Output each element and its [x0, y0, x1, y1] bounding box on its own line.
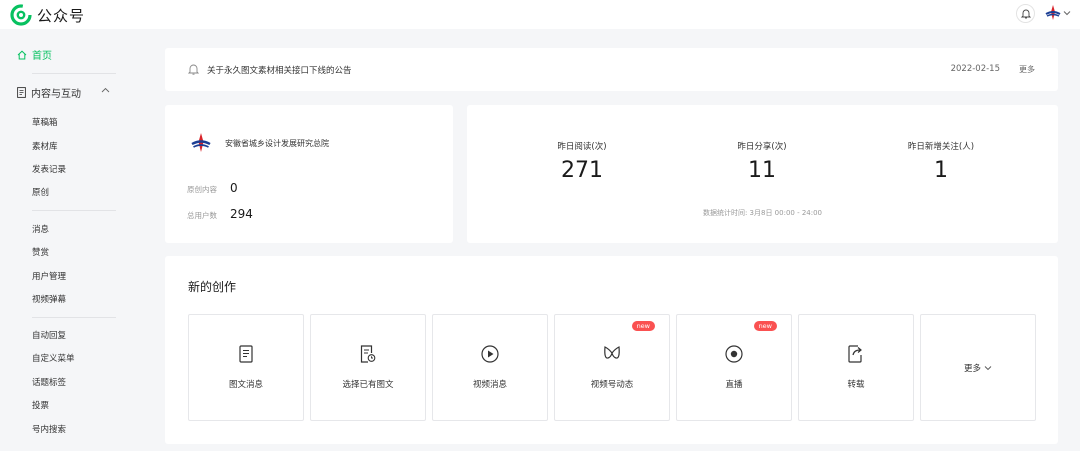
- stat-follows: 昨日新增关注(人) 1: [866, 140, 1016, 183]
- account-logo: [191, 133, 211, 152]
- sidebar-item-voting[interactable]: 投票: [32, 399, 49, 411]
- sidebar-group-content[interactable]: 内容与互动: [17, 85, 117, 100]
- sidebar-item-original[interactable]: 原创: [32, 186, 49, 198]
- tile-label: 转载: [847, 380, 865, 390]
- stat-shares: 昨日分享(次) 11: [687, 140, 837, 183]
- new-badge: new: [631, 321, 655, 331]
- sidebar-item-label: 首页: [32, 51, 52, 62]
- stat-follows-label: 昨日新增关注(人): [907, 142, 975, 152]
- tile-label: 视频号动态: [590, 380, 634, 390]
- wechat-official-account-logo-icon: [10, 4, 32, 26]
- sidebar-item-materials[interactable]: 素材库: [32, 140, 58, 152]
- sidebar-item-user-management[interactable]: 用户管理: [32, 270, 66, 282]
- sidebar-group-label: 内容与互动: [31, 89, 81, 100]
- repost-icon: [848, 345, 862, 363]
- channels-icon: [604, 346, 620, 359]
- sidebar-item-home[interactable]: 首页: [17, 47, 52, 62]
- chevron-down-icon: [984, 366, 992, 371]
- repost-tile[interactable]: 转载: [798, 314, 914, 421]
- sidebar-item-auto-reply[interactable]: 自动回复: [32, 329, 66, 341]
- stat-shares-label: 昨日分享(次): [737, 142, 787, 152]
- avatar: [1045, 5, 1061, 20]
- bell-icon: [1020, 9, 1031, 19]
- document-icon: [239, 345, 253, 363]
- stat-reads-value: 271: [561, 158, 603, 183]
- chevron-down-icon: [1063, 11, 1071, 16]
- account-menu[interactable]: [1045, 4, 1071, 22]
- stat-reads-label: 昨日阅读(次): [557, 142, 607, 152]
- total-users-label: 总用户数: [187, 211, 217, 220]
- announcement-date: 2022-02-15: [950, 64, 1000, 74]
- account-name: 安徽省城乡设计发展研究总院: [225, 139, 329, 148]
- create-article-tile[interactable]: 图文消息: [188, 314, 304, 421]
- new-badge: new: [753, 321, 777, 331]
- divider: [32, 73, 116, 74]
- divider: [32, 210, 116, 211]
- divider: [32, 317, 116, 318]
- account-summary-card: 安徽省城乡设计发展研究总院 原创内容 0 总用户数 294: [165, 105, 453, 243]
- stats-period: 数据统计时间: 3月8日 00:00 - 24:00: [702, 209, 823, 217]
- chevron-up-icon: [101, 87, 110, 93]
- tile-label: 图文消息: [228, 380, 263, 390]
- app-title: 公众号: [37, 6, 86, 25]
- announcement-link[interactable]: 关于永久图文素材相关接口下线的公告: [207, 64, 352, 76]
- create-video-tile[interactable]: 视频消息: [432, 314, 548, 421]
- sidebar-item-in-account-search[interactable]: 号内搜索: [32, 423, 66, 435]
- announcement-more-link[interactable]: 更多: [1019, 64, 1035, 75]
- document-icon: [17, 87, 26, 98]
- sidebar-item-video-danmaku[interactable]: 视频弹幕: [32, 293, 66, 305]
- sidebar: 首页 内容与互动 草稿箱 素材库 发表记录 原创 消息 赞赏 用户管理 视频弹幕…: [0, 29, 135, 451]
- create-channels-post-tile[interactable]: new 视频号动态: [554, 314, 670, 421]
- sidebar-item-custom-menu[interactable]: 自定义菜单: [32, 352, 75, 364]
- bell-icon: [188, 64, 199, 75]
- total-users-value: 294: [230, 207, 253, 221]
- tile-label: 更多: [963, 364, 981, 374]
- more-creation-options-tile[interactable]: 更多: [920, 314, 1036, 421]
- sidebar-item-topic-tags[interactable]: 话题标签: [32, 376, 66, 388]
- sidebar-item-drafts[interactable]: 草稿箱: [32, 116, 58, 128]
- stat-shares-value: 11: [748, 158, 776, 183]
- home-icon: [17, 50, 27, 59]
- section-title: 新的创作: [188, 280, 237, 294]
- stat-follows-value: 1: [934, 158, 948, 183]
- yesterday-stats-card: 昨日阅读(次) 271 昨日分享(次) 11 昨日新增关注(人) 1 数据统计时…: [467, 105, 1058, 243]
- tile-label: 直播: [725, 380, 743, 390]
- stat-reads: 昨日阅读(次) 271: [507, 140, 657, 183]
- play-circle-icon: [481, 345, 499, 363]
- select-existing-article-tile[interactable]: 选择已有图文: [310, 314, 426, 421]
- original-content-label: 原创内容: [187, 185, 217, 194]
- sidebar-item-rewards[interactable]: 赞赏: [32, 246, 49, 258]
- original-content-value: 0: [230, 181, 238, 195]
- create-live-tile[interactable]: new 直播: [676, 314, 792, 421]
- app-logo[interactable]: 公众号: [10, 4, 85, 26]
- document-clock-icon: [360, 345, 376, 363]
- notification-button[interactable]: [1016, 4, 1035, 23]
- sidebar-item-publish-records[interactable]: 发表记录: [32, 163, 66, 175]
- top-bar: 公众号: [0, 0, 1080, 29]
- announcement-bar: 关于永久图文素材相关接口下线的公告 2022-02-15 更多: [165, 48, 1058, 91]
- new-creation-card: 新的创作 图文消息 选择已有图文 视频消息 new 视频号动态 new 直播 转…: [165, 256, 1058, 444]
- tile-label: 视频消息: [472, 380, 507, 390]
- live-icon: [725, 345, 743, 363]
- tile-label: 选择已有图文: [342, 380, 394, 390]
- sidebar-item-messages[interactable]: 消息: [32, 223, 49, 235]
